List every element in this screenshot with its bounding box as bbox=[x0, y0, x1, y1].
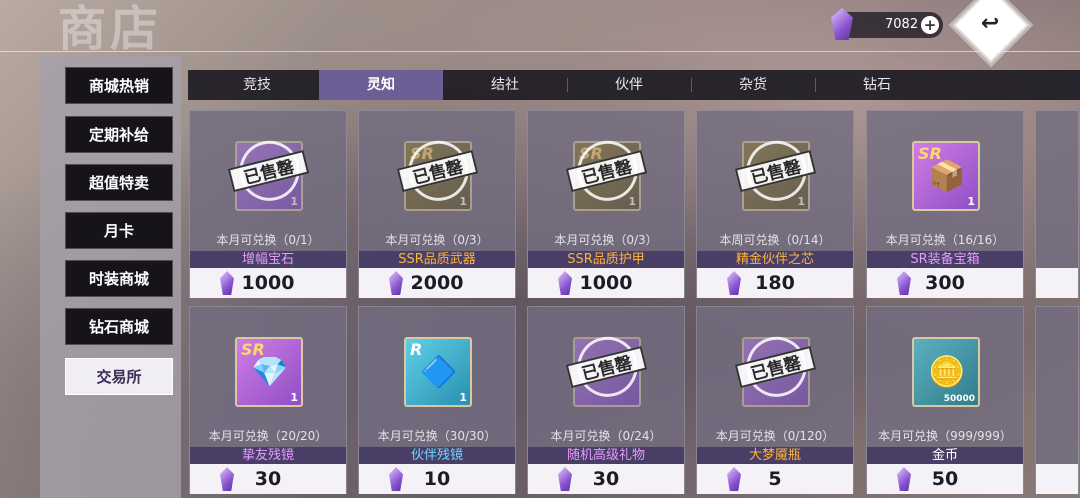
shop-item-card[interactable]: R 🔷 1 本月可兑换（30/30） 伙伴残镜 10 bbox=[358, 306, 516, 494]
sidebar-item-hot-sale[interactable]: 商城热销 bbox=[65, 67, 173, 104]
sidebar-item-diamond-store[interactable]: 钻石商城 bbox=[65, 308, 173, 345]
price-button[interactable]: 50 bbox=[867, 464, 1023, 494]
item-name: 精金伙伴之芯 bbox=[697, 251, 853, 268]
sidebar-item-costume-store[interactable]: 时装商城 bbox=[65, 260, 173, 297]
item-name: 伙伴残镜 bbox=[359, 447, 515, 464]
crystal-icon bbox=[558, 271, 572, 295]
page-title: 商店 bbox=[58, 1, 163, 57]
purchase-limit: 本月可兑换（0/3） bbox=[385, 233, 489, 247]
item-name: 金币 bbox=[867, 447, 1023, 464]
price-button[interactable] bbox=[1036, 464, 1078, 494]
shop-item-card[interactable]: SR 💎 1 本月可兑换（20/20） 挚友残镜 30 bbox=[189, 306, 347, 494]
item-name: 挚友残镜 bbox=[190, 447, 346, 464]
shop-item-card[interactable]: 已售罄 本月可兑换（0/120） 大梦魇瓶 5 bbox=[696, 306, 854, 494]
shop-item-card[interactable]: 1 已售罄 本月可兑换（0/1） 增幅宝石 1000 bbox=[189, 110, 347, 298]
mirror-shard-icon: R 🔷 1 bbox=[404, 337, 472, 407]
return-arrow-icon: ↩ bbox=[980, 10, 1000, 36]
purchase-limit: 本月可兑换（0/3） bbox=[554, 233, 658, 247]
crystal-icon bbox=[558, 467, 572, 491]
price-button[interactable]: 300 bbox=[867, 268, 1023, 298]
shop-item-card-partial[interactable] bbox=[1035, 110, 1079, 298]
tab-diamond[interactable]: 钻石 bbox=[815, 70, 939, 100]
crystal-icon bbox=[220, 467, 234, 491]
crystal-icon bbox=[831, 8, 853, 40]
price-button[interactable]: 1000 bbox=[528, 268, 684, 298]
currency-amount: 7082 bbox=[885, 17, 919, 32]
sidebar-item-monthly-card[interactable]: 月卡 bbox=[65, 212, 173, 249]
treasure-chest-icon: SR 📦 1 bbox=[912, 141, 980, 211]
price-button[interactable]: 5 bbox=[697, 464, 853, 494]
purchase-limit: 本月可兑换（0/120） bbox=[715, 429, 835, 443]
gold-coins-icon: 🪙 50000 bbox=[912, 337, 980, 407]
category-tabs: 竞技 灵知 结社 伙伴 杂货 钻石 bbox=[188, 70, 1080, 100]
purchase-limit: 本月可兑换（0/24） bbox=[550, 429, 662, 443]
shop-item-card[interactable]: 🪙 50000 本月可兑换（999/999） 金币 50 bbox=[866, 306, 1024, 494]
tab-arena[interactable]: 竞技 bbox=[195, 70, 319, 100]
item-name: SSR品质武器 bbox=[359, 251, 515, 268]
tab-goods[interactable]: 杂货 bbox=[691, 70, 815, 100]
crystal-icon bbox=[389, 467, 403, 491]
price-button[interactable]: 180 bbox=[697, 268, 853, 298]
crystal-icon bbox=[389, 271, 403, 295]
purchase-limit: 本月可兑换（20/20） bbox=[208, 429, 328, 443]
shop-item-card[interactable]: 已售罄 本月可兑换（0/24） 随机高级礼物 30 bbox=[527, 306, 685, 494]
crystal-icon bbox=[220, 271, 234, 295]
tab-guild[interactable]: 结社 bbox=[443, 70, 567, 100]
tab-spirit[interactable]: 灵知 bbox=[319, 70, 443, 100]
purchase-limit: 本月可兑换（0/1） bbox=[216, 233, 320, 247]
price-button[interactable]: 2000 bbox=[359, 268, 515, 298]
shop-item-card[interactable]: SR 1 已售罄 本月可兑换（0/3） SSR品质护甲 1000 bbox=[527, 110, 685, 298]
currency-display: 7082 + bbox=[831, 8, 943, 40]
sidebar-item-special-deals[interactable]: 超值特卖 bbox=[65, 164, 173, 201]
crystal-icon bbox=[727, 271, 741, 295]
crystal-icon bbox=[897, 271, 911, 295]
purchase-limit: 本月可兑换（999/999） bbox=[878, 429, 1012, 443]
crystal-icon bbox=[897, 467, 911, 491]
shop-item-card-partial[interactable] bbox=[1035, 306, 1079, 494]
sidebar-item-exchange[interactable]: 交易所 bbox=[65, 358, 173, 395]
purchase-limit: 本月可兑换（16/16） bbox=[885, 233, 1005, 247]
mirror-shard-icon: SR 💎 1 bbox=[235, 337, 303, 407]
header-divider bbox=[0, 51, 1080, 52]
item-name: SR装备宝箱 bbox=[867, 251, 1023, 268]
tab-partner[interactable]: 伙伴 bbox=[567, 70, 691, 100]
purchase-limit: 本周可兑换（0/14） bbox=[719, 233, 831, 247]
sidebar: 商城热销 定期补给 超值特卖 月卡 时装商城 钻石商城 交易所 bbox=[40, 56, 181, 498]
purchase-limit: 本月可兑换（30/30） bbox=[377, 429, 497, 443]
item-name: 大梦魇瓶 bbox=[697, 447, 853, 464]
shop-item-card[interactable]: 1 已售罄 本周可兑换（0/14） 精金伙伴之芯 180 bbox=[696, 110, 854, 298]
price-button[interactable] bbox=[1036, 268, 1078, 298]
crystal-icon bbox=[727, 467, 741, 491]
item-name: 增幅宝石 bbox=[190, 251, 346, 268]
price-button[interactable]: 1000 bbox=[190, 268, 346, 298]
shop-item-card[interactable]: SR 📦 1 本月可兑换（16/16） SR装备宝箱 300 bbox=[866, 110, 1024, 298]
sidebar-item-periodic-supply[interactable]: 定期补给 bbox=[65, 116, 173, 153]
item-name: SSR品质护甲 bbox=[528, 251, 684, 268]
item-name: 随机高级礼物 bbox=[528, 447, 684, 464]
price-button[interactable]: 10 bbox=[359, 464, 515, 494]
plus-icon[interactable]: + bbox=[921, 16, 939, 34]
price-button[interactable]: 30 bbox=[190, 464, 346, 494]
price-button[interactable]: 30 bbox=[528, 464, 684, 494]
shop-item-card[interactable]: SR 1 已售罄 本月可兑换（0/3） SSR品质武器 2000 bbox=[358, 110, 516, 298]
